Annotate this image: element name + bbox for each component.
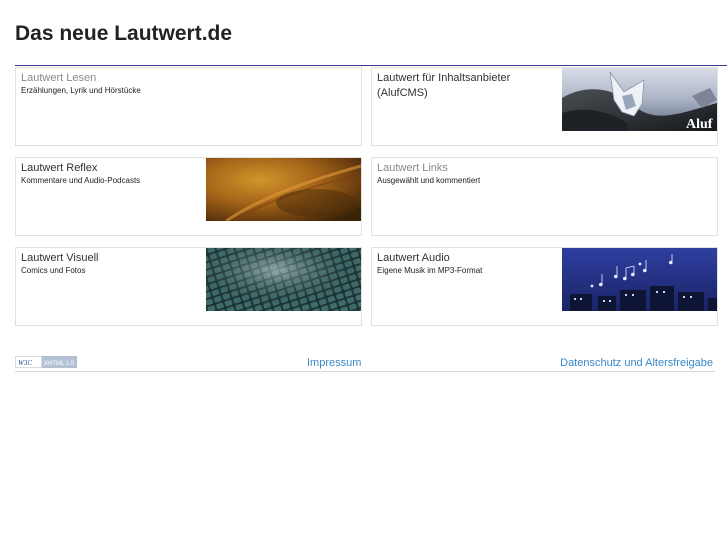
card-lautwert-links[interactable]: Lautwert Links Ausgewählt und kommentier… — [371, 157, 718, 236]
title-divider — [15, 65, 727, 66]
page: Das neue Lautwert.de Lautwert Lesen Erzä… — [0, 0, 727, 545]
card-description: Comics und Fotos — [21, 266, 86, 275]
datenschutz-link[interactable]: Datenschutz und Altersfreigabe — [560, 356, 713, 370]
card-lautwert-audio[interactable]: Lautwert Audio Eigene Musik im MP3-Forma… — [371, 247, 718, 326]
card-description: Kommentare und Audio-Podcasts — [21, 176, 141, 185]
aluf-logo-text: Aluf — [686, 117, 713, 131]
card-lautwert-reflex[interactable]: Lautwert Reflex Kommentare und Audio-Pod… — [15, 157, 362, 236]
footer: W3C XHTML 1.0 Impressum Datenschutz und … — [15, 355, 715, 372]
card-description: Eigene Musik im MP3-Format — [377, 266, 483, 275]
w3c-xhtml-badge[interactable]: W3C XHTML 1.0 — [15, 356, 77, 368]
card-lautwert-lesen[interactable]: Lautwert Lesen Erzählungen, Lyrik und Hö… — [15, 67, 362, 146]
card-title[interactable]: Lautwert Visuell — [21, 251, 201, 266]
badge-xhtml-text: XHTML 1.0 — [44, 361, 75, 367]
card-description: Ausgewählt und kommentiert — [377, 176, 481, 185]
aluf-cms-banner-image[interactable]: Aluf — [562, 68, 717, 131]
impressum-link[interactable]: Impressum — [307, 356, 361, 370]
card-title[interactable]: Lautwert Reflex — [21, 161, 201, 176]
card-description: Erzählungen, Lyrik und Hörstücke — [21, 86, 141, 95]
badge-w3c-text: W3C — [18, 359, 32, 367]
card-lautwert-visuell[interactable]: Lautwert Visuell Comics und Fotos — [15, 247, 362, 326]
card-title[interactable]: Lautwert für Inhaltsanbieter (AlufCMS) — [377, 71, 562, 101]
night-city-notes-image[interactable] — [562, 248, 717, 311]
page-title: Das neue Lautwert.de — [15, 22, 233, 45]
card-title[interactable]: Lautwert Lesen — [21, 71, 201, 86]
orange-sky-photo[interactable] — [206, 158, 361, 221]
cobblestone-photo[interactable] — [206, 248, 361, 311]
card-title[interactable]: Lautwert Audio — [377, 251, 557, 266]
card-lautwert-inhaltsanbieter[interactable]: Lautwert für Inhaltsanbieter (AlufCMS) A… — [371, 67, 718, 146]
card-title[interactable]: Lautwert Links — [377, 161, 557, 176]
